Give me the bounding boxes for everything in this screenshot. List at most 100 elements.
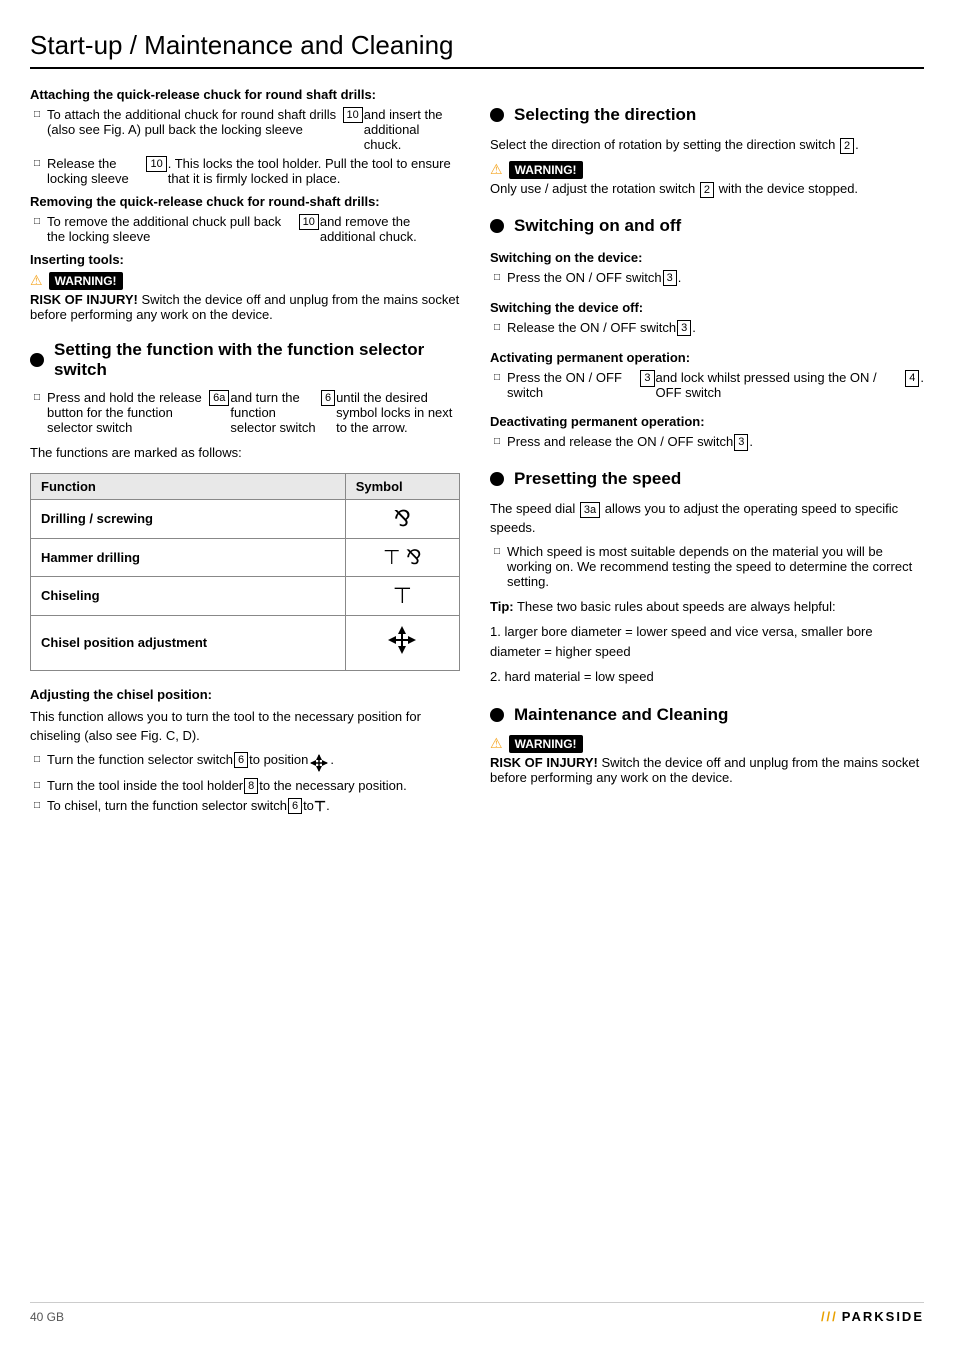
list-item: Press and hold the release button for th… — [30, 390, 460, 435]
ref-6: 6 — [321, 390, 335, 406]
list-item: Turn the tool inside the tool holder 8 t… — [30, 778, 460, 794]
switching-off-list: Release the ON / OFF switch 3. — [490, 320, 924, 336]
selecting-direction-section: Selecting the direction Select the direc… — [490, 105, 924, 198]
maintenance-title: Maintenance and Cleaning — [490, 705, 924, 725]
circle-dot-icon-3 — [490, 219, 504, 233]
ref-3b: 3 — [677, 320, 691, 336]
attaching-chuck-list: To attach the additional chuck for round… — [30, 107, 460, 186]
symbol-chisel-pos — [345, 615, 459, 670]
switching-title: Switching on and off — [490, 216, 924, 236]
warning-label-3: WARNING! — [509, 735, 583, 753]
circle-dot-icon — [30, 353, 44, 367]
list-item: Release the ON / OFF switch 3. — [490, 320, 924, 336]
attaching-chuck-heading: Attaching the quick-release chuck for ro… — [30, 87, 460, 102]
ref-10c: 10 — [299, 214, 319, 230]
circle-dot-icon-2 — [490, 108, 504, 122]
page-header: Start-up / Maintenance and Cleaning — [30, 30, 924, 69]
setting-function-title: Setting the function with the function s… — [30, 340, 460, 380]
removing-chuck-list: To remove the additional chuck pull back… — [30, 214, 460, 244]
ref-6a: 6a — [209, 390, 229, 406]
selecting-direction-body: Select the direction of rotation by sett… — [490, 135, 924, 155]
table-row: Chisel position adjustment — [31, 615, 460, 670]
warning-body-2: Only use / adjust the rotation switch 2 … — [490, 181, 858, 198]
ref-4: 4 — [905, 370, 919, 386]
function-chisel-pos: Chisel position adjustment — [31, 615, 346, 670]
circle-dot-icon-5 — [490, 708, 504, 722]
perm-off-list: Press and release the ON / OFF switch 3. — [490, 434, 924, 450]
list-item: Press the ON / OFF switch 3 and lock whi… — [490, 370, 924, 400]
function-table: Function Symbol Drilling / screwing ⅋ Ha… — [30, 473, 460, 671]
presetting-speed-body: The speed dial 3a allows you to adjust t… — [490, 499, 924, 538]
ref-10b: 10 — [146, 156, 166, 172]
parkside-brand: PARKSIDE — [842, 1309, 924, 1324]
warning-triangle-icon-2: ⚠ — [490, 161, 503, 178]
page-title: Start-up / Maintenance and Cleaning — [30, 30, 924, 61]
chisel-pos-small-icon — [308, 752, 330, 774]
switching-off-heading: Switching the device off: — [490, 300, 924, 315]
ref-6b: 6 — [234, 752, 248, 768]
list-item: Press and release the ON / OFF switch 3. — [490, 434, 924, 450]
list-item: Which speed is most suitable depends on … — [490, 544, 924, 589]
table-row: Drilling / screwing ⅋ — [31, 499, 460, 538]
warning-label: WARNING! — [49, 272, 123, 290]
list-item: Turn the function selector switch 6 to p… — [30, 752, 460, 774]
list-item: To remove the additional chuck pull back… — [30, 214, 460, 244]
table-header-function: Function — [31, 473, 346, 499]
setting-function-list: Press and hold the release button for th… — [30, 390, 460, 435]
parkside-slashes: /// — [821, 1309, 838, 1324]
perm-off-heading: Deactivating permanent operation: — [490, 414, 924, 429]
inserting-tools-section: Inserting tools: ⚠ WARNING! RISK OF INJU… — [30, 252, 460, 322]
right-column: Selecting the direction Select the direc… — [490, 87, 924, 1284]
ref-3c: 3 — [640, 370, 654, 386]
warning-triangle-icon: ⚠ — [30, 272, 43, 289]
footer-page-number: 40 GB — [30, 1310, 64, 1324]
warning-label-2: WARNING! — [509, 161, 583, 179]
left-column: Attaching the quick-release chuck for ro… — [30, 87, 460, 1284]
two-column-layout: Attaching the quick-release chuck for ro… — [30, 87, 924, 1284]
tip-text: Tip: These two basic rules about speeds … — [490, 597, 924, 617]
presetting-speed-title: Presetting the speed — [490, 469, 924, 489]
function-chiseling: Chiseling — [31, 576, 346, 615]
warning-body-3: RISK OF INJURY! Switch the device off an… — [490, 755, 924, 785]
ref-10: 10 — [343, 107, 363, 123]
table-row: Hammer drilling ⊤ ⅋ — [31, 538, 460, 576]
list-item: Release the locking sleeve 10. This lock… — [30, 156, 460, 186]
symbol-hammer: ⊤ ⅋ — [345, 538, 459, 576]
warning-triangle-icon-3: ⚠ — [490, 735, 503, 752]
ref-2b: 2 — [700, 182, 714, 198]
perm-on-heading: Activating permanent operation: — [490, 350, 924, 365]
page: Start-up / Maintenance and Cleaning Atta… — [0, 0, 954, 1354]
removing-chuck-heading: Removing the quick-release chuck for rou… — [30, 194, 460, 209]
ref-3a-speed: 3a — [580, 502, 600, 518]
adjusting-chisel-heading: Adjusting the chisel position: — [30, 687, 460, 702]
rule-2: 2. hard material = low speed — [490, 667, 924, 687]
list-item: To attach the additional chuck for round… — [30, 107, 460, 152]
perm-on-list: Press the ON / OFF switch 3 and lock whi… — [490, 370, 924, 400]
ref-3d: 3 — [734, 434, 748, 450]
adjusting-chisel-list: Turn the function selector switch 6 to p… — [30, 752, 460, 815]
selecting-direction-title: Selecting the direction — [490, 105, 924, 125]
list-item: Press the ON / OFF switch 3. — [490, 270, 924, 286]
maintenance-warning: ⚠ WARNING! RISK OF INJURY! Switch the de… — [490, 735, 924, 785]
ref-6c: 6 — [288, 798, 302, 814]
table-intro: The functions are marked as follows: — [30, 443, 460, 463]
list-item: To chisel, turn the function selector sw… — [30, 798, 460, 815]
maintenance-section: Maintenance and Cleaning ⚠ WARNING! RISK… — [490, 705, 924, 785]
table-header-symbol: Symbol — [345, 473, 459, 499]
adjusting-chisel-section: Adjusting the chisel position: This func… — [30, 687, 460, 815]
switching-section: Switching on and off Switching on the de… — [490, 216, 924, 451]
table-row: Chiseling ⊤ — [31, 576, 460, 615]
chisel-pos-icon — [384, 622, 420, 658]
parkside-logo: /// PARKSIDE — [821, 1309, 924, 1324]
ref-2: 2 — [840, 138, 854, 154]
setting-function-section: Setting the function with the function s… — [30, 340, 460, 671]
selecting-direction-warning: ⚠ WARNING! Only use / adjust the rotatio… — [490, 161, 924, 198]
inserting-tools-heading: Inserting tools: — [30, 252, 460, 267]
symbol-chiseling: ⊤ — [345, 576, 459, 615]
rule-1: 1. larger bore diameter = lower speed an… — [490, 622, 924, 661]
warning-body: RISK OF INJURY! Switch the device off an… — [30, 292, 460, 322]
adjusting-chisel-body: This function allows you to turn the too… — [30, 707, 460, 746]
switching-on-list: Press the ON / OFF switch 3. — [490, 270, 924, 286]
function-hammer: Hammer drilling — [31, 538, 346, 576]
circle-dot-icon-4 — [490, 472, 504, 486]
